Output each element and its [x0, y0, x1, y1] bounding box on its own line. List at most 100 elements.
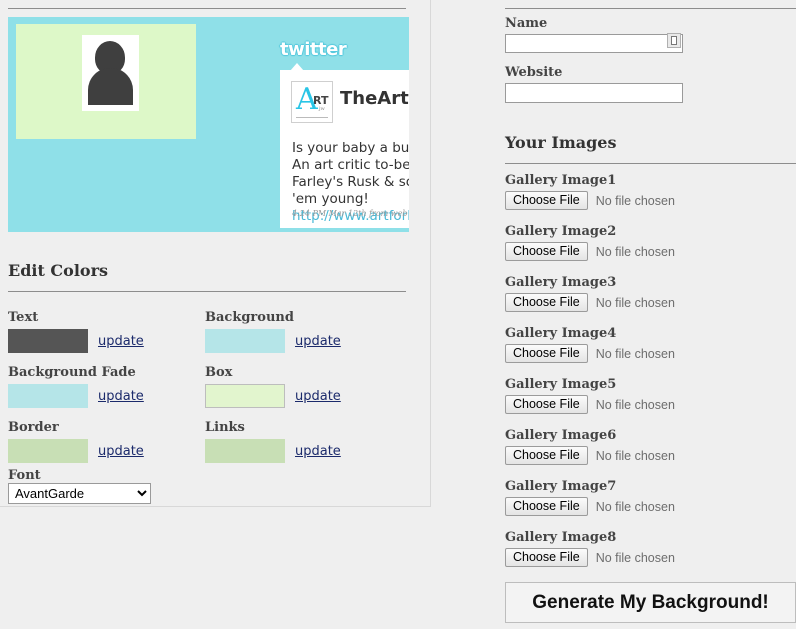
choose-file-button[interactable]: Choose File — [505, 242, 588, 261]
color-swatch[interactable] — [205, 439, 285, 463]
choose-file-button[interactable]: Choose File — [505, 191, 588, 210]
file-input-row: Choose File No file chosen — [505, 497, 796, 516]
preview-avatar-photo — [82, 35, 139, 111]
twitter-logo: twitter — [280, 39, 347, 60]
edit-colors-title: Edit Colors — [8, 261, 109, 280]
choose-file-button[interactable]: Choose File — [505, 446, 588, 465]
file-input-row: Choose File No file chosen — [505, 446, 796, 465]
color-cell-text: Text update — [8, 310, 208, 353]
gallery-image-label: Gallery Image6 — [505, 428, 617, 443]
file-input-row: Choose File No file chosen — [505, 191, 796, 210]
no-file-chosen-text: No file chosen — [595, 346, 675, 361]
no-file-chosen-text: No file chosen — [595, 295, 675, 310]
gallery-image-label: Gallery Image5 — [505, 377, 617, 392]
color-swatch[interactable] — [205, 329, 285, 353]
no-file-chosen-text: No file chosen — [595, 244, 675, 259]
swatch-line: update — [8, 439, 208, 463]
gallery-image-item: Gallery Image5 Choose File No file chosen — [505, 377, 796, 428]
update-link[interactable]: update — [98, 444, 144, 459]
no-file-chosen-text: No file chosen — [595, 499, 675, 514]
name-input-wrapper — [505, 31, 683, 53]
color-label: Links — [205, 420, 245, 435]
tweet-line-2: An art critic to-be? — [292, 157, 409, 173]
person-silhouette-body-icon — [88, 68, 133, 105]
background-preview: twitter A RT jw TheArtist Is your baby a… — [8, 17, 409, 232]
edit-colors-divider — [8, 291, 406, 292]
right-top-divider — [505, 8, 796, 9]
name-label: Name — [505, 16, 548, 31]
color-swatch[interactable] — [205, 384, 285, 408]
generate-background-button[interactable]: Generate My Background! — [505, 582, 796, 623]
font-setting-block: Font AvantGarde — [8, 468, 151, 504]
file-input-row: Choose File No file chosen — [505, 548, 796, 567]
tweet-line-3: Farley's Rusk & son — [292, 174, 409, 190]
gallery-image-item: Gallery Image8 Choose File No file chosen — [505, 530, 796, 581]
gallery-image-item: Gallery Image4 Choose File No file chosen — [505, 326, 796, 377]
color-cell-links: Links update — [205, 420, 405, 463]
color-swatch-grid: Text update Background update Background Fad… — [8, 310, 408, 475]
color-swatch[interactable] — [8, 384, 88, 408]
swatch-line: update — [205, 329, 405, 353]
color-swatch[interactable] — [8, 329, 88, 353]
right-column: Name Website Gallery Image1 Choose File No… — [505, 0, 796, 629]
name-input[interactable] — [505, 34, 683, 53]
choose-file-button[interactable]: Choose File — [505, 344, 588, 363]
your-images-title: Your Images — [505, 133, 617, 152]
choose-file-button[interactable]: Choose File — [505, 395, 588, 414]
no-file-chosen-text: No file chosen — [595, 448, 675, 463]
left-top-divider — [8, 8, 406, 9]
gallery-image-label: Gallery Image1 — [505, 173, 617, 188]
tweet-line-1: Is your baby a bud — [292, 140, 409, 156]
page-root: twitter A RT jw TheArtist Is your baby a… — [0, 0, 796, 629]
update-link[interactable]: update — [295, 389, 341, 404]
choose-file-button[interactable]: Choose File — [505, 497, 588, 516]
font-label: Font — [8, 468, 41, 483]
update-link[interactable]: update — [98, 389, 144, 404]
name-field-block: Name — [505, 16, 683, 53]
tweet-card: A RT jw TheArtist Is your baby a bud An … — [280, 70, 409, 228]
tweet-username: TheArtist — [340, 88, 409, 109]
swatch-line: update — [205, 384, 405, 408]
avatar-baseline-rule — [296, 117, 328, 118]
file-input-row: Choose File No file chosen — [505, 293, 796, 312]
file-input-row: Choose File No file chosen — [505, 242, 796, 261]
no-file-chosen-text: No file chosen — [595, 193, 675, 208]
file-input-row: Choose File No file chosen — [505, 395, 796, 414]
tweet-avatar-icon: A RT jw — [291, 81, 333, 123]
website-label: Website — [505, 65, 563, 80]
color-label: Background — [205, 310, 294, 325]
gallery-image-label: Gallery Image3 — [505, 275, 617, 290]
your-images-divider — [505, 163, 796, 164]
color-swatch[interactable] — [8, 439, 88, 463]
font-select[interactable]: AvantGarde — [8, 483, 151, 504]
gallery-image-label: Gallery Image2 — [505, 224, 617, 239]
update-link[interactable]: update — [295, 334, 341, 349]
choose-file-button[interactable]: Choose File — [505, 293, 588, 312]
color-row: Text update Background update — [8, 310, 408, 365]
gallery-image-item: Gallery Image3 Choose File No file chosen — [505, 275, 796, 326]
gallery-image-item: Gallery Image7 Choose File No file chosen — [505, 479, 796, 530]
gallery-image-list: Gallery Image1 Choose File No file chosen G… — [505, 173, 796, 581]
file-input-row: Choose File No file chosen — [505, 344, 796, 363]
update-link[interactable]: update — [295, 444, 341, 459]
contact-card-icon[interactable] — [667, 33, 681, 48]
color-label: Border — [8, 420, 59, 435]
color-label: Text — [8, 310, 39, 325]
website-input[interactable] — [505, 83, 683, 103]
gallery-image-item: Gallery Image2 Choose File No file chosen — [505, 224, 796, 275]
gallery-image-label: Gallery Image7 — [505, 479, 617, 494]
no-file-chosen-text: No file chosen — [595, 550, 675, 565]
color-cell-box: Box update — [205, 365, 405, 408]
gallery-image-item: Gallery Image6 Choose File No file chosen — [505, 428, 796, 479]
swatch-line: update — [8, 384, 208, 408]
update-link[interactable]: update — [98, 334, 144, 349]
no-file-chosen-text: No file chosen — [595, 397, 675, 412]
gallery-image-item: Gallery Image1 Choose File No file chosen — [505, 173, 796, 224]
gallery-image-label: Gallery Image4 — [505, 326, 617, 341]
swatch-line: update — [205, 439, 405, 463]
color-label: Background Fade — [8, 365, 136, 380]
color-cell-border: Border update — [8, 420, 208, 463]
website-field-block: Website — [505, 65, 683, 103]
tweet-line-4: 'em young! — [292, 191, 369, 207]
choose-file-button[interactable]: Choose File — [505, 548, 588, 567]
